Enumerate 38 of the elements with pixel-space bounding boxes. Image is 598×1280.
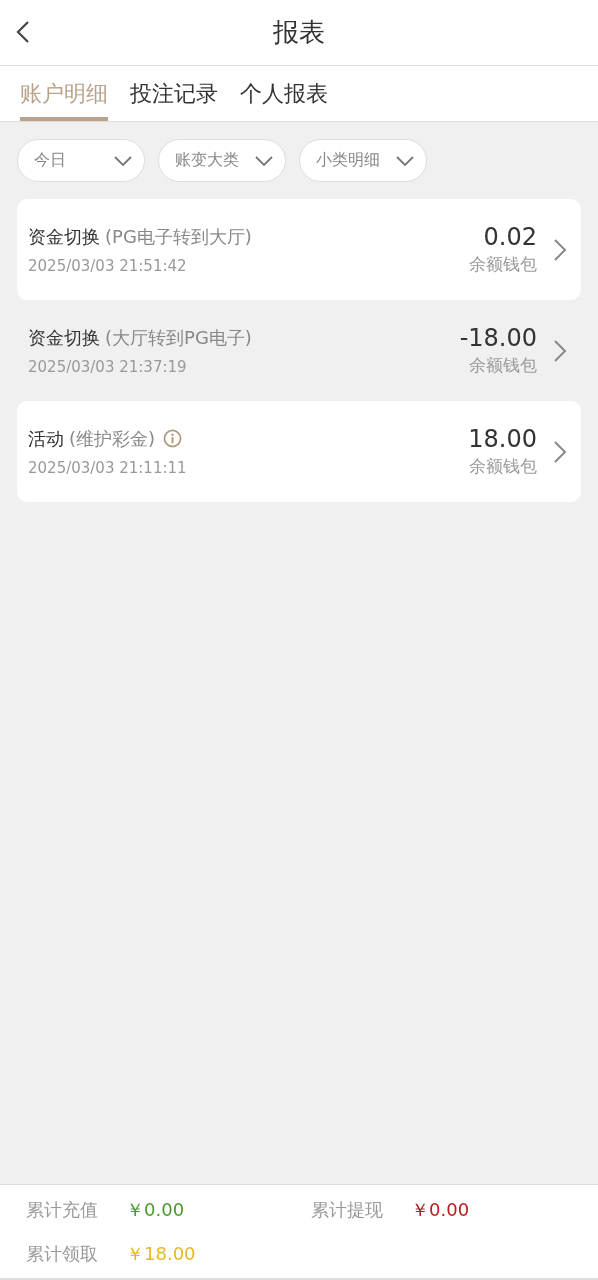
filter-dropdown[interactable]: 今日 [17, 139, 145, 182]
record-type: 资金切换 [28, 224, 100, 249]
record-time: 2025/03/03 21:37:19 [28, 357, 188, 376]
total-value: ￥18.00 [126, 1241, 196, 1266]
total-value: ￥0.00 [411, 1197, 470, 1222]
record-row[interactable]: 资金切换 (大厅转到PG电子) 2025/03/03 21:37:19 -18.00 余额钱包 [17, 300, 581, 401]
chevron-down-icon [255, 155, 273, 166]
total-label: 累计提现 [311, 1197, 383, 1222]
record-type: 资金切换 [28, 325, 100, 350]
record-time: 2025/03/03 21:51:42 [28, 256, 188, 275]
info-icon[interactable] [163, 429, 183, 448]
record-detail: (PG电子转到大厅) [105, 224, 252, 249]
filter-dropdown[interactable]: 账变大类 [158, 139, 286, 182]
record-detail: (维护彩金) [69, 426, 156, 451]
record-amount: 18.00 [468, 425, 537, 453]
chevron-down-icon [114, 155, 132, 166]
chevron-down-icon [396, 155, 414, 166]
wallet-label: 余额钱包 [469, 455, 537, 478]
record-type: 活动 [28, 426, 64, 451]
wallet-label: 余额钱包 [469, 253, 537, 276]
chevron-right-icon [553, 338, 567, 363]
total-label: 累计充值 [26, 1197, 98, 1222]
tab[interactable]: 投注记录 [130, 66, 218, 121]
record-amount: 0.02 [483, 223, 537, 251]
record-amount: -18.00 [459, 324, 537, 352]
record-row[interactable]: 活动 (维护彩金) 2025/03/03 21:11:11 18.00 余额钱包 [17, 401, 581, 502]
filter-dropdown[interactable]: 小类明细 [299, 139, 427, 182]
chevron-right-icon [553, 237, 567, 262]
tab[interactable]: 个人报表 [240, 66, 328, 121]
record-row[interactable]: 资金切换 (PG电子转到大厅) 2025/03/03 21:51:42 0.02 余额钱包 [17, 199, 581, 300]
record-time: 2025/03/03 21:11:11 [28, 458, 188, 477]
record-detail: (大厅转到PG电子) [105, 325, 252, 350]
wallet-label: 余额钱包 [469, 354, 537, 377]
back-icon[interactable] [16, 20, 30, 44]
chevron-right-icon [553, 439, 567, 464]
total-label: 累计领取 [26, 1241, 98, 1266]
page-title: 报表 [273, 16, 325, 49]
total-value: ￥0.00 [126, 1197, 185, 1222]
